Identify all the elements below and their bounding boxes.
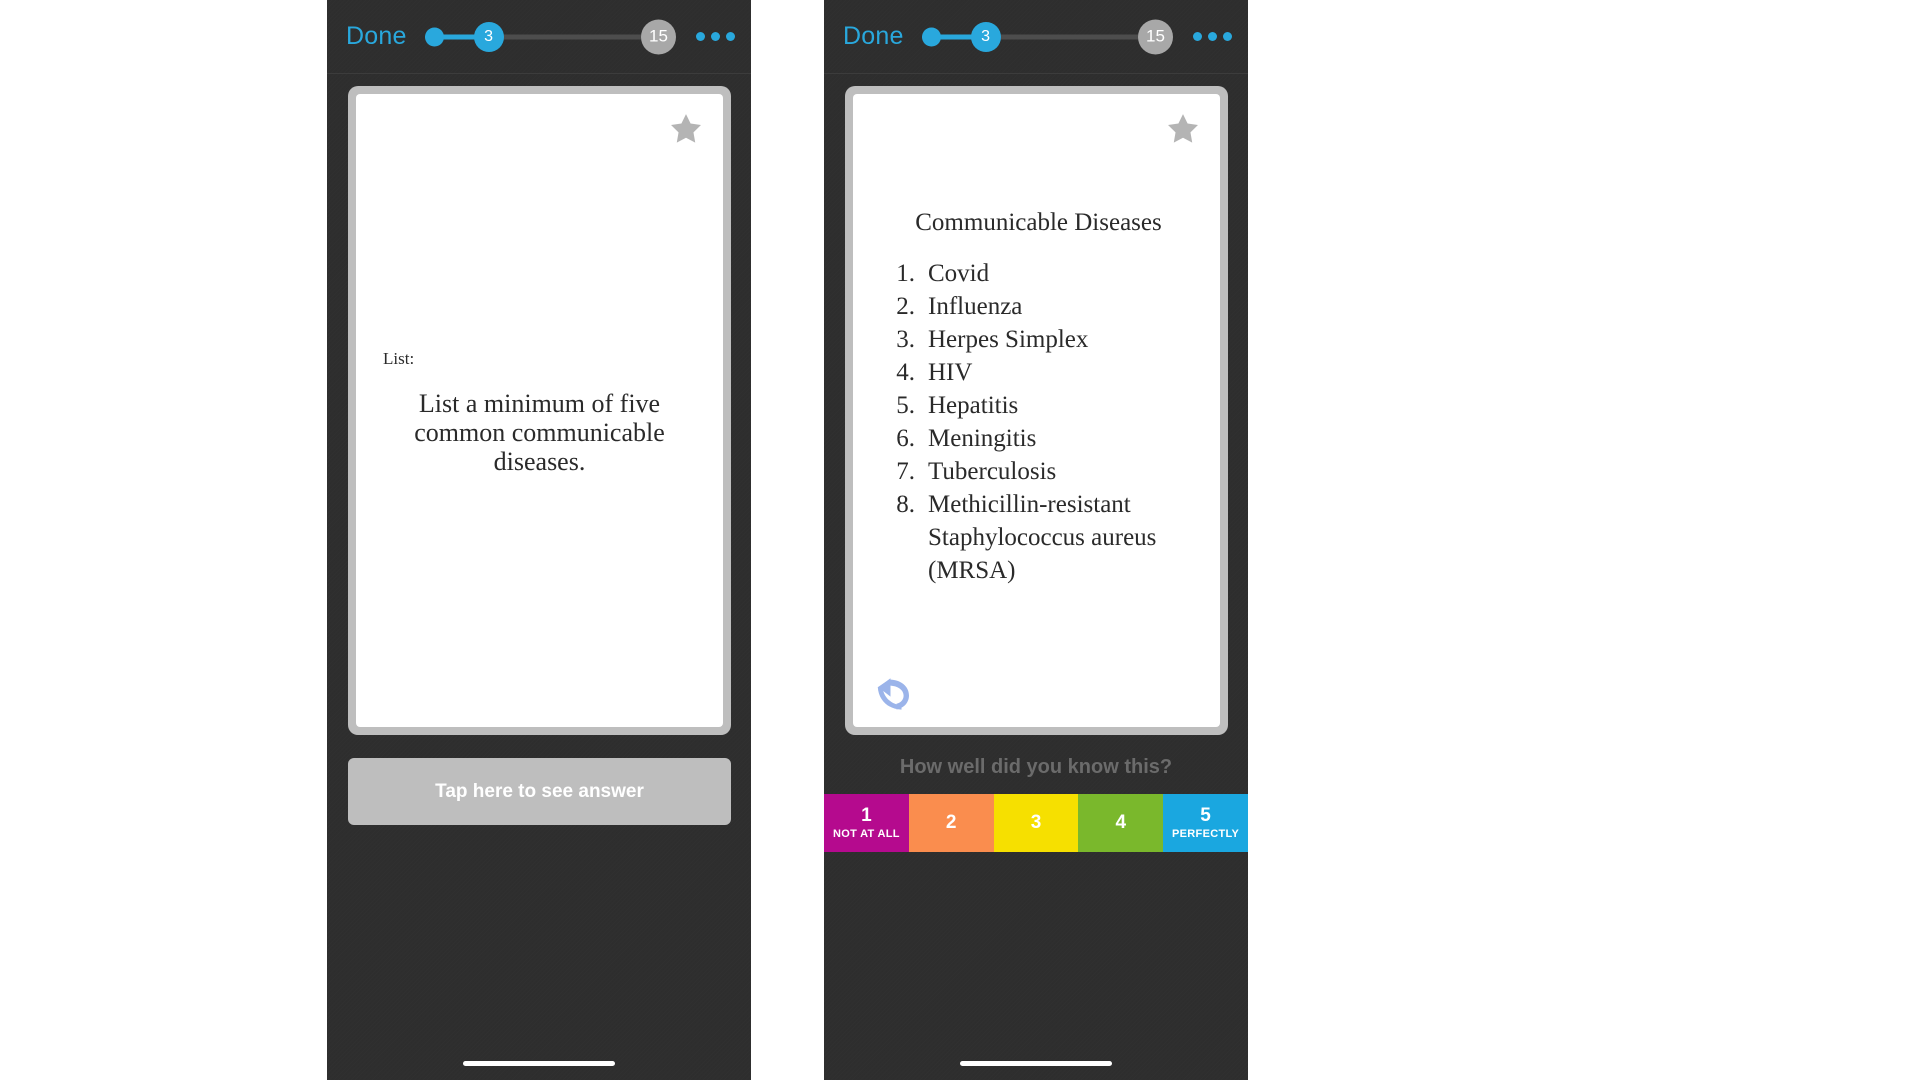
reveal-answer-button[interactable]: Tap here to see answer: [348, 758, 731, 825]
list-item: 6. Meningitis: [883, 422, 1194, 455]
list-item-label: Tuberculosis: [928, 458, 1057, 485]
question-label: List:: [383, 349, 415, 368]
rating-buttons: 1 NOT AT ALL 2 3 4 5 PERFECTLY: [824, 794, 1248, 852]
question-text: List a minimum of five common communicab…: [414, 389, 665, 477]
screenshot-canvas: Done 3 15 List: List a minimum of five c…: [0, 0, 1920, 1080]
answer-list: 1. Covid 2. Influenza 3. Herpes Simplex: [883, 257, 1194, 587]
list-item-number: 5.: [896, 392, 915, 419]
list-item-number: 4.: [896, 359, 915, 386]
slider-start-handle[interactable]: [921, 27, 941, 46]
ellipsis-dot-1: [1193, 32, 1202, 41]
done-button-left[interactable]: Done: [346, 22, 407, 51]
progress-slider-left[interactable]: 3 15: [424, 19, 676, 54]
rating-prompt: How well did you know this?: [899, 756, 1173, 778]
question-body: List: List a minimum of five common comm…: [356, 349, 723, 476]
star-icon[interactable]: [666, 110, 706, 148]
list-item: 1. Covid: [883, 257, 1194, 290]
list-item: 2. Influenza: [883, 290, 1194, 323]
left-navbar: Done 3 15: [327, 0, 751, 74]
list-item-number: 1.: [896, 260, 915, 287]
list-item-label: HIV: [928, 359, 973, 386]
rating-number: 4: [1115, 812, 1127, 834]
ellipsis-dot-3: [1223, 32, 1232, 41]
slider-total-value[interactable]: 15: [1138, 19, 1173, 54]
rating-sublabel: PERFECTLY: [1172, 827, 1240, 840]
list-item-number: 2.: [896, 293, 915, 320]
flashcard-back-surface: Communicable Diseases 1. Covid 2. Influe…: [853, 94, 1220, 727]
flashcard-front-surface: List: List a minimum of five common comm…: [356, 94, 723, 727]
list-item-label: Covid: [928, 260, 990, 287]
rating-button-1[interactable]: 1 NOT AT ALL: [824, 794, 909, 852]
ellipsis-dot-2: [711, 32, 720, 41]
list-item-label: Influenza: [928, 293, 1023, 320]
ellipsis-icon[interactable]: [686, 24, 739, 49]
list-item: 4. HIV: [883, 356, 1194, 389]
rating-number: 1: [861, 804, 872, 826]
ellipsis-dot-2: [1208, 32, 1217, 41]
slider-current-value[interactable]: 3: [970, 21, 1001, 52]
ellipsis-icon[interactable]: [1183, 24, 1236, 49]
slider-start-handle[interactable]: [424, 27, 444, 46]
ellipsis-dot-1: [696, 32, 705, 41]
done-button-right[interactable]: Done: [843, 22, 904, 51]
home-indicator-left: [463, 1061, 615, 1066]
slider-current-value[interactable]: 3: [473, 21, 504, 52]
list-item-label: Methicillin-resistant Staphylococcus aur…: [928, 491, 1157, 584]
home-indicator-right: [960, 1061, 1112, 1066]
answer-title: Communicable Diseases: [915, 209, 1162, 236]
list-item: 7. Tuberculosis: [883, 455, 1194, 488]
undo-arrow-icon[interactable]: [870, 675, 912, 713]
flashcard-front[interactable]: List: List a minimum of five common comm…: [348, 86, 731, 735]
list-item: 3. Herpes Simplex: [883, 323, 1194, 356]
rating-number: 5: [1200, 804, 1211, 826]
progress-slider-right[interactable]: 3 15: [921, 19, 1173, 54]
phone-screen-question: Done 3 15 List: List a minimum of five c…: [327, 0, 751, 1080]
slider-total-value[interactable]: 15: [641, 19, 676, 54]
list-item-label: Hepatitis: [928, 392, 1019, 419]
rating-button-5[interactable]: 5 PERFECTLY: [1163, 794, 1248, 852]
list-item: 5. Hepatitis: [883, 389, 1194, 422]
rating-button-4[interactable]: 4: [1078, 794, 1164, 852]
list-item-number: 3.: [896, 326, 915, 353]
list-item: 8. Methicillin-resistant Staphylococcus …: [883, 488, 1194, 587]
list-item-label: Meningitis: [928, 425, 1037, 452]
flashcard-back[interactable]: Communicable Diseases 1. Covid 2. Influe…: [845, 86, 1228, 735]
star-icon[interactable]: [1163, 110, 1203, 148]
rating-number: 2: [945, 812, 957, 834]
ellipsis-dot-3: [726, 32, 735, 41]
rating-button-2[interactable]: 2: [908, 794, 994, 852]
rating-button-3[interactable]: 3: [993, 794, 1079, 852]
rating-number: 3: [1030, 812, 1042, 834]
list-item-number: 8.: [896, 491, 915, 518]
list-item-number: 7.: [896, 458, 915, 485]
phone-screen-answer: Done 3 15 Communicable Diseases 1. Covid…: [824, 0, 1248, 1080]
list-item-label: Herpes Simplex: [928, 326, 1089, 353]
rating-sublabel: NOT AT ALL: [833, 827, 900, 840]
right-navbar: Done 3 15: [824, 0, 1248, 74]
list-item-number: 6.: [896, 425, 915, 452]
answer-body: Communicable Diseases 1. Covid 2. Influe…: [853, 209, 1220, 587]
